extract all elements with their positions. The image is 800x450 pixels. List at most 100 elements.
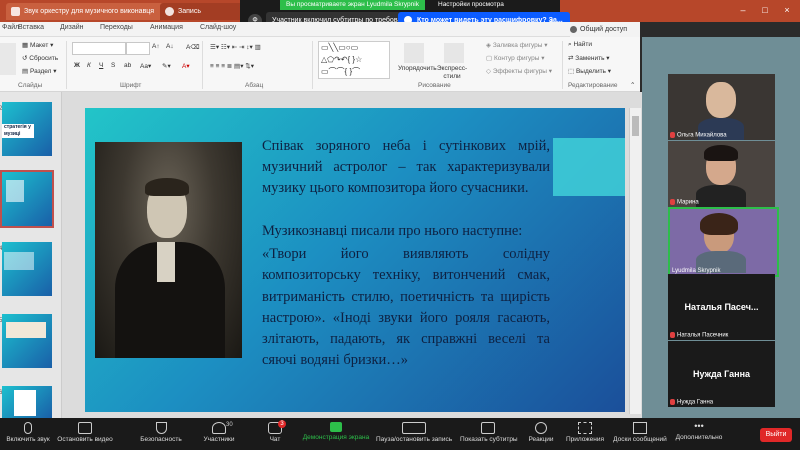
ribbon-separator xyxy=(66,41,67,89)
close-window-icon[interactable]: × xyxy=(781,4,793,16)
layout-button[interactable]: ▦ Макет ▾ xyxy=(22,41,53,49)
mic-muted-icon xyxy=(670,199,675,206)
participant-name: Ольга Михайлова xyxy=(670,132,727,139)
shape-outline-button[interactable]: ▢ Контур фигуры ▾ xyxy=(486,54,544,62)
clear-format-icon[interactable]: A⌫ xyxy=(186,43,200,51)
screen-share-tag: Вы просматриваете экран Lyudmila Skrypni… xyxy=(280,0,425,10)
shape-effects-button[interactable]: ◇ Эффекты фигуры ▾ xyxy=(486,67,552,75)
slide-thumbnail[interactable] xyxy=(2,242,52,296)
thumb-image xyxy=(6,180,24,202)
reset-button[interactable]: ↺ Сбросить xyxy=(22,54,58,62)
underline-button[interactable]: Ч xyxy=(99,62,103,69)
whiteboards-button[interactable]: Доски сообщений xyxy=(612,418,668,450)
participant-name: Наталья Пасечник xyxy=(670,332,728,339)
participants-button[interactable]: Участники 30 xyxy=(196,418,242,450)
case-icon[interactable]: Aa▾ xyxy=(140,62,151,70)
composer-portrait-photo[interactable] xyxy=(95,142,242,358)
participant-video-tile[interactable]: Марина xyxy=(668,141,775,207)
ribbon-tab-design[interactable]: Дизайн xyxy=(60,24,84,31)
grow-font-icon[interactable]: A↑ xyxy=(152,43,160,50)
maximize-icon[interactable]: □ xyxy=(759,4,771,16)
more-button[interactable]: ••• Дополнительно xyxy=(674,418,724,450)
slide-paragraph-1[interactable]: Співак зоряного неба і сутінкових мрій, … xyxy=(262,136,550,199)
chat-badge: 3 xyxy=(278,420,286,428)
replace-button[interactable]: ⇄ Заменить ▾ xyxy=(568,54,610,62)
mic-muted-icon xyxy=(670,132,675,139)
bold-button[interactable]: Ж xyxy=(74,62,80,69)
slide-thumbnail[interactable] xyxy=(2,386,52,418)
arrange-icon[interactable] xyxy=(404,43,424,63)
shrink-font-icon[interactable]: A↓ xyxy=(166,43,174,50)
participant-video-tile[interactable]: Ольга Михайлова xyxy=(668,74,775,140)
ribbon-tab-transitions[interactable]: Переходы xyxy=(100,24,133,31)
powerpoint-icon xyxy=(11,7,20,16)
participant-display-name: Нужда Ганна xyxy=(692,369,751,379)
participant-name-tile[interactable]: Нужда Ганна Нужда Ганна xyxy=(668,341,775,407)
reactions-button[interactable]: Реакции xyxy=(524,418,558,450)
collapse-ribbon-icon[interactable]: ⌃ xyxy=(630,81,635,89)
record-icon xyxy=(402,422,426,434)
align-icons[interactable]: ≡ ≡ ≡ ≣ ▤▾ ⇅▾ xyxy=(210,62,254,70)
portrait-shirt xyxy=(157,242,175,282)
slide-quote[interactable]: «Твори його виявляють солідну композитор… xyxy=(262,244,550,372)
select-button[interactable]: ⬚ Выделить ▾ xyxy=(568,67,611,75)
participant-name-tile[interactable]: Наталья Пасеч... Наталья Пасечник xyxy=(668,274,775,340)
mic-muted-icon xyxy=(670,399,675,406)
quick-styles-button[interactable]: Экспресс-стили xyxy=(432,65,472,81)
pause-recording-button[interactable]: Пауза/остановить запись xyxy=(376,418,452,450)
font-color-icon[interactable]: A▾ xyxy=(182,62,190,70)
stop-video-button[interactable]: Остановить видео xyxy=(56,418,114,450)
highlight-icon[interactable]: ✎▾ xyxy=(162,62,171,70)
ribbon-separator xyxy=(312,41,313,89)
unmute-button[interactable]: Включить звук xyxy=(2,418,54,450)
ribbon-tab-file[interactable]: Файл xyxy=(2,24,19,31)
leave-button[interactable]: Выйти xyxy=(760,428,792,442)
italic-button[interactable]: К xyxy=(87,62,91,69)
more-icon: ••• xyxy=(694,421,704,431)
spacing-icon[interactable]: ab xyxy=(124,62,131,69)
participant-display-name: Наталья Пасеч... xyxy=(684,302,759,312)
bullets-icon[interactable]: ☰▾ ☷▾ ⇤ ⇥ ↕▾ ▥ xyxy=(210,43,261,51)
chat-button[interactable]: Чат 3 xyxy=(258,418,292,450)
participant-body xyxy=(696,185,746,207)
tab-record-label: Запись xyxy=(178,8,201,15)
participant-name: Нужда Ганна xyxy=(670,399,713,406)
smile-icon xyxy=(535,422,547,434)
people-icon xyxy=(212,422,226,434)
editor-scrollbar[interactable] xyxy=(629,108,641,414)
share-button[interactable]: Общий доступ xyxy=(570,22,640,37)
share-screen-button[interactable]: Демонстрация экрана xyxy=(302,418,370,450)
participant-video-tile-active[interactable]: Lyudmila Skrypnik xyxy=(668,207,779,277)
ribbon-tab-insert[interactable]: Вставка xyxy=(18,24,44,31)
minimize-icon[interactable]: – xyxy=(737,4,749,16)
slide-paragraph-2[interactable]: Музикознавці писали про нього наступне: xyxy=(262,221,550,242)
view-settings-button[interactable]: Настройки просмотра xyxy=(432,0,510,10)
font-size-field[interactable] xyxy=(126,42,150,55)
ribbon: ▦ Макет ▾ ↺ Сбросить ▤ Раздел ▾ Слайды A… xyxy=(0,37,640,92)
show-captions-button[interactable]: Показать субтитры xyxy=(460,418,518,450)
strikethrough-button[interactable]: S xyxy=(111,62,115,69)
group-label-drawing: Рисование xyxy=(418,82,451,89)
tab-presentation[interactable]: Звук оркестру для музичного виконавця xyxy=(6,3,174,20)
ribbon-tab-slideshow[interactable]: Слайд-шоу xyxy=(200,24,236,31)
slide-thumbnail-selected[interactable] xyxy=(0,170,54,228)
security-button[interactable]: Безопасность xyxy=(136,418,186,450)
new-slide-icon[interactable] xyxy=(0,43,16,75)
shape-fill-button[interactable]: ◈ Заливка фигуры ▾ xyxy=(486,41,548,49)
shapes-gallery[interactable]: ▭╲╲▭○▭ △⬠↷↶{ }☆ ▭⌒⌒{ }⌒ xyxy=(318,41,390,79)
ribbon-tab-animation[interactable]: Анимация xyxy=(150,24,183,31)
slide-thumbnail[interactable] xyxy=(2,314,52,368)
mic-muted-icon xyxy=(670,332,675,339)
decorative-block xyxy=(553,138,625,196)
scrollbar-thumb[interactable] xyxy=(632,116,639,136)
participants-count: 30 xyxy=(226,422,233,428)
arrange-button[interactable]: Упорядочить xyxy=(398,65,437,72)
thumb-image xyxy=(14,390,36,416)
find-button[interactable]: ⌕ Найти xyxy=(568,41,592,49)
slide-thumbnail[interactable]: стратегія у музиці xyxy=(2,102,52,156)
quick-styles-icon[interactable] xyxy=(444,43,464,63)
apps-button[interactable]: Приложения xyxy=(564,418,606,450)
person-icon xyxy=(570,25,577,33)
section-button[interactable]: ▤ Раздел ▾ xyxy=(22,67,57,75)
font-name-field[interactable] xyxy=(72,42,126,55)
